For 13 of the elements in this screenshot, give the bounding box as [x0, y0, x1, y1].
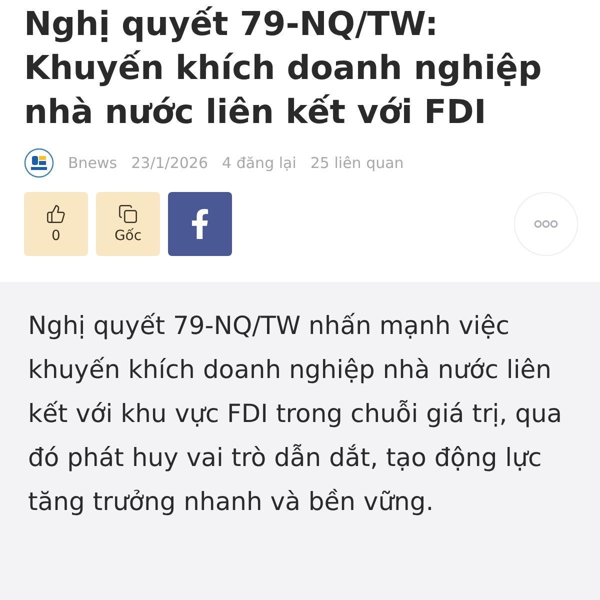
more-icon — [534, 220, 558, 228]
thumbs-up-icon — [46, 204, 66, 224]
source-name[interactable]: Bnews — [68, 154, 118, 172]
repost-count[interactable]: 4 đăng lại — [222, 154, 296, 172]
facebook-share-button[interactable] — [168, 192, 232, 256]
related-count[interactable]: 25 liên quan — [310, 154, 404, 172]
original-button[interactable]: Gốc — [96, 192, 160, 256]
summary-text: Nghị quyết 79-NQ/TW nhấn mạnh việc khuyến khích doanh nghiệp nhà nước liên kết với khu vực FDI trong chuỗi giá trị, qua đó phát huy vai trò dẫn dắt, tạo động lực tăng trưởng nhanh và bền vững. — [28, 310, 564, 518]
like-button[interactable]: 0 — [24, 192, 88, 256]
news-logo-icon — [24, 148, 54, 178]
copy-icon — [118, 204, 138, 224]
article-title: Nghị quyết 79-NQ/TW: Khuyến khích doanh nghiệp nhà nước liên kết với FDI — [24, 3, 543, 133]
publish-date: 23/1/2026 — [131, 154, 208, 172]
